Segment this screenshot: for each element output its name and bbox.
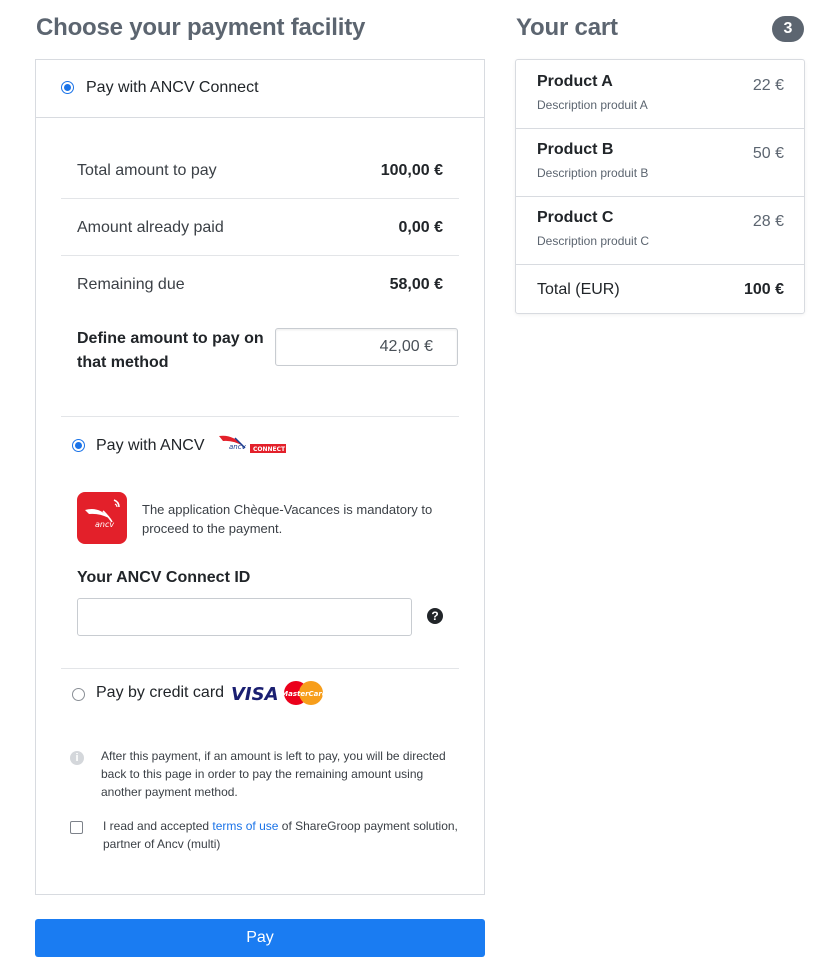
cart-item-name: Product B [537, 141, 614, 158]
ancv-info-text: The application Chèque-Vacances is manda… [142, 502, 433, 536]
cart-item-name: Product A [537, 73, 613, 90]
info-icon: i [70, 751, 84, 765]
ancv-id-input[interactable] [77, 598, 412, 636]
cart-total-row: Total (EUR) 100 € [516, 267, 804, 313]
svg-text:VISA: VISA [231, 684, 278, 705]
svg-text:ancv: ancv [95, 520, 114, 529]
credit-card-label: Pay by credit card [96, 684, 225, 701]
cart-item-price: 50 € [752, 145, 784, 162]
cart-item: Product B Description produit B 50 € [516, 128, 804, 197]
ancv-id-label: Your ANCV Connect ID [77, 569, 251, 586]
remaining-due-label: Remaining due [77, 276, 185, 293]
svg-text:MasterCard: MasterCard [283, 690, 325, 698]
remaining-due-row: Remaining due 58,00 € [61, 256, 459, 313]
cart-item-description: Description produit B [537, 166, 649, 180]
cart-item: Product A Description produit A 22 € [516, 60, 804, 129]
ancv-connect-header[interactable]: Pay with ANCV Connect [36, 60, 484, 118]
define-amount-label: Define amount to pay on that method [77, 330, 264, 371]
cart-item-name: Product C [537, 209, 614, 226]
total-amount-value: 100,00 € [380, 162, 443, 179]
divider [61, 416, 459, 417]
cart-count-badge: 3 [772, 16, 804, 42]
payment-note: After this payment, if an amount is left… [101, 749, 446, 799]
cart-total-label: Total (EUR) [537, 281, 620, 298]
ancv-connect-label: Pay with ANCV Connect [86, 79, 259, 96]
terms-checkbox[interactable] [70, 821, 83, 834]
cart-item-price: 28 € [752, 213, 784, 230]
pay-ancv-radio[interactable] [72, 439, 85, 452]
total-amount-label: Total amount to pay [77, 162, 217, 179]
cart-title: Your cart [516, 14, 618, 41]
cart-total-value: 100 € [743, 281, 784, 298]
visa-logo: VISA [231, 684, 278, 705]
pay-ancv-label: Pay with ANCV [96, 437, 205, 454]
already-paid-row: Amount already paid 0,00 € [61, 199, 459, 256]
credit-card-radio[interactable] [72, 688, 85, 701]
total-amount-row: Total amount to pay 100,00 € [61, 142, 459, 199]
cart-panel: Product A Description produit A 22 € Pro… [515, 59, 805, 314]
remaining-due-value: 58,00 € [389, 276, 443, 293]
cart-item-description: Description produit A [537, 98, 648, 112]
mastercard-logo: MasterCard [283, 681, 325, 705]
already-paid-label: Amount already paid [77, 219, 224, 236]
divider [61, 668, 459, 669]
pay-button[interactable]: Pay [35, 919, 485, 957]
ancv-logo-text: ancv [229, 443, 247, 451]
terms-text: I read and accepted terms of use of Shar… [103, 819, 458, 851]
help-icon[interactable]: ? [427, 608, 443, 624]
ancv-connect-radio[interactable] [61, 81, 74, 94]
cart-item-price: 22 € [752, 77, 784, 94]
ancv-logo-badge: CONNECT [253, 446, 286, 453]
cart-item: Product C Description produit C 28 € [516, 196, 804, 265]
ancv-app-icon: ancv [77, 492, 127, 544]
page-title: Choose your payment facility [36, 14, 366, 41]
amount-input[interactable] [275, 328, 458, 366]
already-paid-value: 0,00 € [398, 219, 443, 236]
cart-item-description: Description produit C [537, 234, 650, 248]
terms-link[interactable]: terms of use [212, 819, 278, 833]
ancv-connect-logo: ancv CONNECT [219, 435, 286, 453]
